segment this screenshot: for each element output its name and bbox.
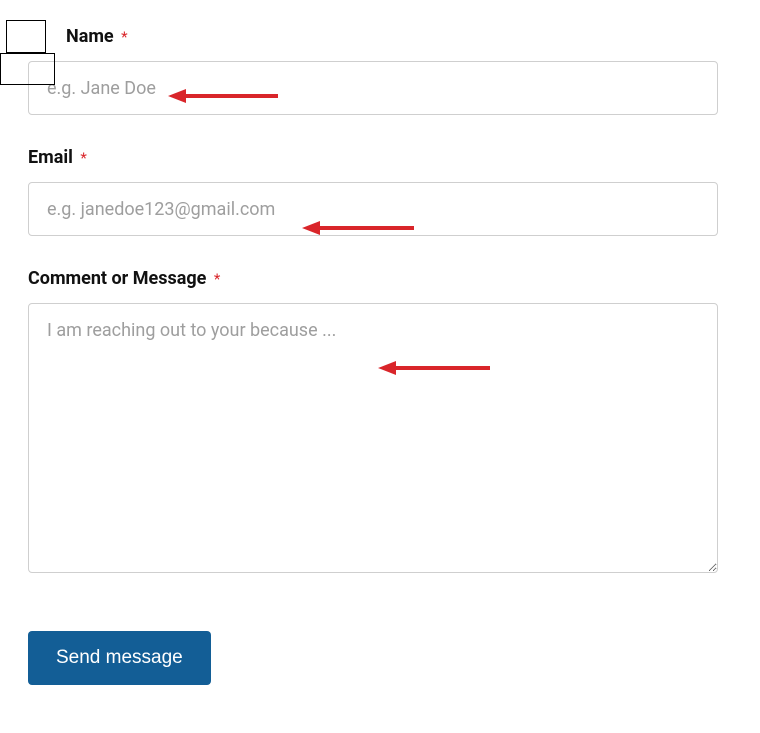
contact-form: Name * Email * Comment or Message * Send… (0, 0, 760, 705)
email-label-text: Email (28, 147, 73, 168)
name-input[interactable] (28, 61, 718, 115)
name-field-group: Name * (28, 26, 732, 115)
message-textarea[interactable] (28, 303, 718, 573)
decorative-box-1 (6, 20, 46, 53)
email-input[interactable] (28, 182, 718, 236)
name-required-indicator: * (121, 28, 127, 46)
message-required-indicator: * (214, 270, 220, 288)
name-label: Name * (66, 26, 128, 47)
name-label-text: Name (66, 26, 114, 47)
decorative-box-2 (0, 53, 55, 85)
send-message-button[interactable]: Send message (28, 631, 211, 685)
email-field-group: Email * (28, 147, 732, 236)
email-label: Email * (28, 147, 87, 168)
message-label: Comment or Message * (28, 268, 220, 289)
email-required-indicator: * (80, 149, 86, 167)
message-label-text: Comment or Message (28, 268, 206, 289)
message-field-group: Comment or Message * (28, 268, 732, 577)
